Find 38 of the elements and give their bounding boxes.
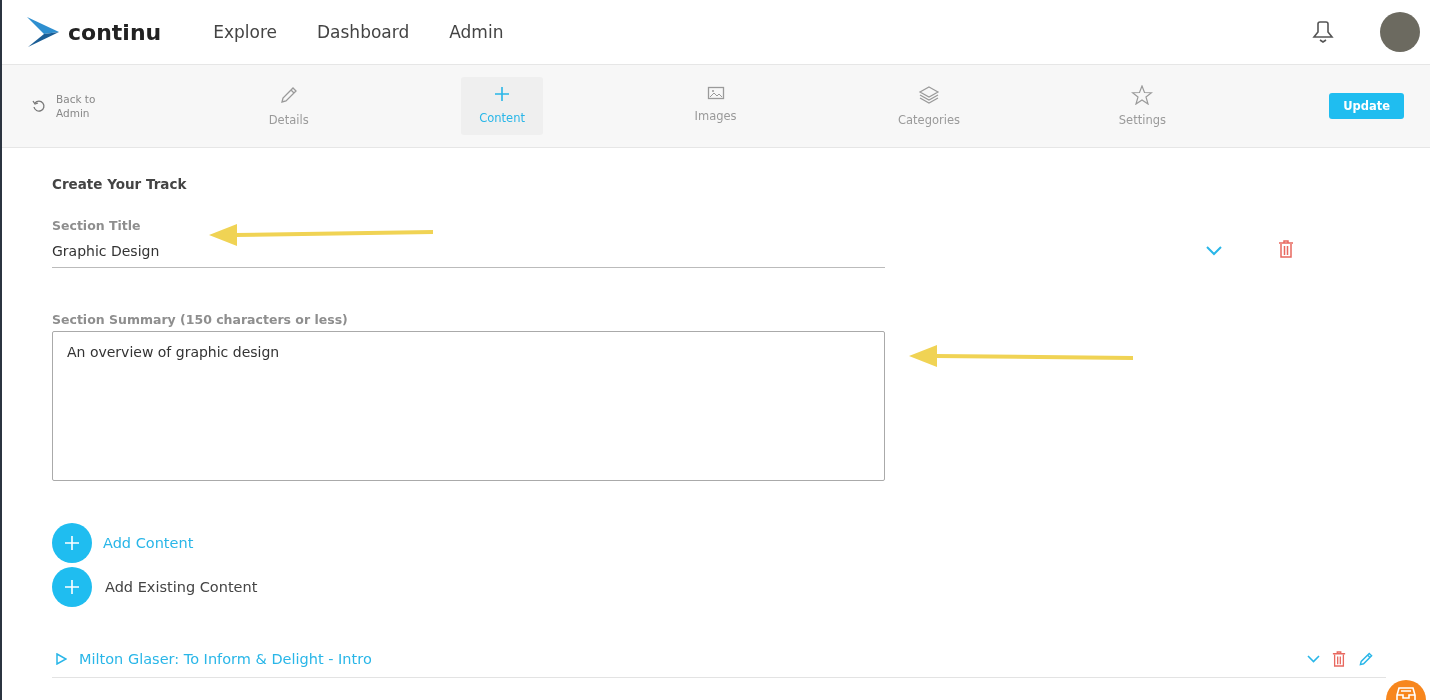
star-icon xyxy=(1131,85,1154,105)
pencil-icon xyxy=(278,85,299,105)
nav-link[interactable]: Dashboard xyxy=(317,22,410,42)
bell-icon[interactable] xyxy=(1312,20,1334,44)
add-existing-label[interactable]: Add Existing Content xyxy=(105,579,258,595)
trash-icon[interactable] xyxy=(1278,240,1294,258)
nav-link[interactable]: Admin xyxy=(449,22,504,42)
tab[interactable]: Settings xyxy=(1101,77,1184,135)
tab[interactable]: Categories xyxy=(887,77,970,135)
plus-icon xyxy=(64,535,80,551)
page-heading: Create Your Track xyxy=(52,176,188,192)
tab[interactable]: Details xyxy=(247,77,330,135)
undo-icon xyxy=(32,99,46,113)
plus-icon xyxy=(493,85,512,103)
plus-icon xyxy=(64,579,80,595)
play-icon[interactable] xyxy=(56,653,67,665)
image-icon xyxy=(706,85,725,101)
nav-link[interactable]: Explore xyxy=(213,22,277,42)
summary-field[interactable]: An overview of graphic design xyxy=(52,331,885,481)
field-label: Section Title xyxy=(52,218,142,233)
field-label: Section Summary (150 characters or less) xyxy=(52,312,349,327)
update-button[interactable]: Update xyxy=(1329,93,1404,119)
inbox-icon xyxy=(1396,687,1416,700)
chevron-down-icon[interactable] xyxy=(1307,655,1320,663)
add-button[interactable] xyxy=(52,523,92,563)
pencil-icon[interactable] xyxy=(1358,651,1374,667)
tab[interactable]: Content xyxy=(461,77,544,135)
brand-name: continu xyxy=(68,19,162,45)
avatar[interactable] xyxy=(1380,12,1420,52)
content-title-link[interactable]: Milton Glaser: To Inform & Delight - Intro xyxy=(79,651,372,667)
layers-icon xyxy=(917,85,940,105)
trash-icon[interactable] xyxy=(1332,651,1346,667)
chevron-down-icon[interactable] xyxy=(1206,246,1222,256)
back-link[interactable]: Back to Admin xyxy=(32,91,122,121)
tab[interactable]: Images xyxy=(674,77,757,135)
add-content-link[interactable]: Add Content xyxy=(103,535,194,551)
logo-icon xyxy=(26,16,60,48)
add-button[interactable] xyxy=(52,567,92,607)
